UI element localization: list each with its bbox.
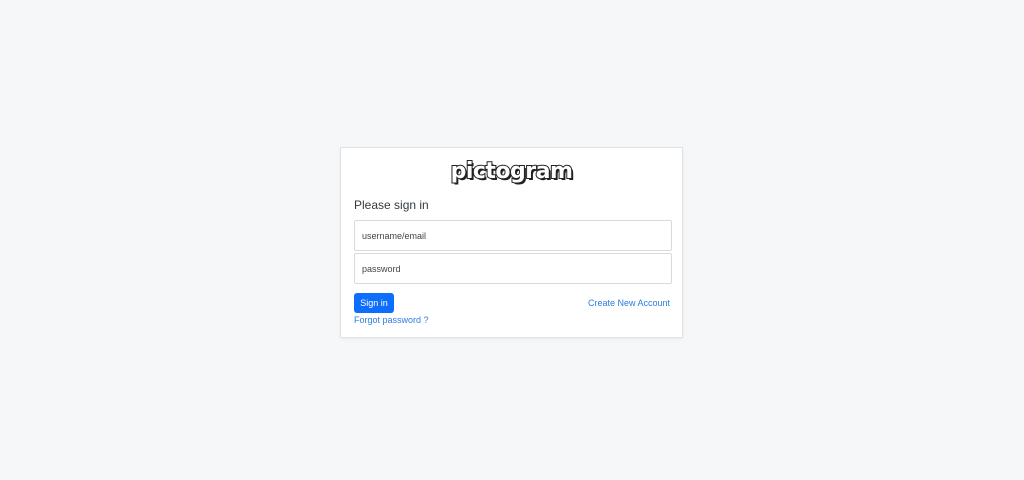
login-card: pictogram Please sign in Sign in Create … [340,147,683,338]
page-title: Please sign in [354,198,429,212]
create-account-link[interactable]: Create New Account [588,298,670,308]
password-input[interactable] [354,253,672,284]
logo-text: pictogram [450,159,574,184]
logo: pictogram [341,156,682,188]
forgot-password-link[interactable]: Forgot password ? [354,315,429,325]
username-input[interactable] [354,220,672,251]
sign-in-button[interactable]: Sign in [354,293,394,313]
